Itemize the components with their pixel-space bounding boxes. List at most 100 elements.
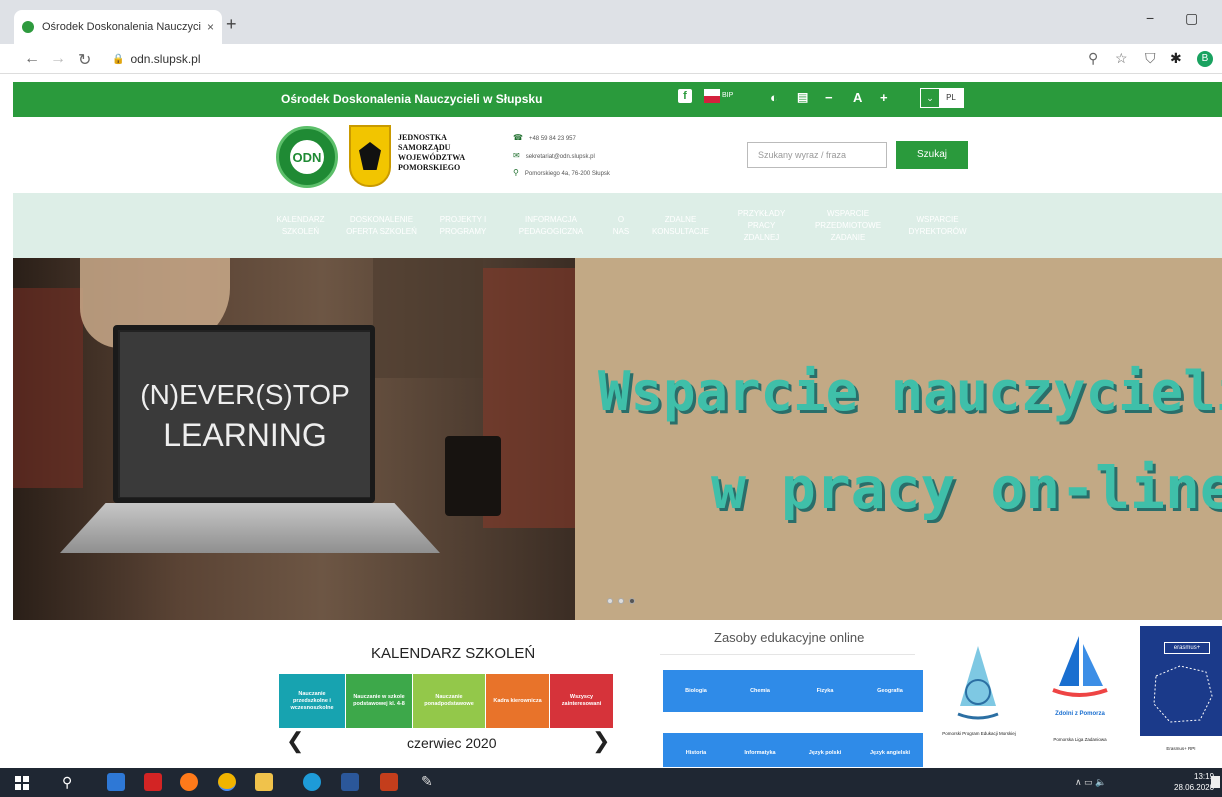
nav-informacja[interactable]: INFORMACJA PEDAGOGICZNA xyxy=(495,193,607,258)
text-view-icon[interactable]: ▤ xyxy=(797,90,808,104)
back-icon[interactable]: ← xyxy=(24,50,40,68)
bookmark-star-icon[interactable]: ☆ xyxy=(1115,50,1128,67)
resource-geografia[interactable]: Geografia xyxy=(857,670,923,712)
category-ponadpodstawowe[interactable]: Nauczanie ponadpodstawowe xyxy=(413,674,485,728)
clock-date: 28.06.2020 xyxy=(1174,783,1215,792)
chrome-icon[interactable] xyxy=(218,773,236,791)
forward-icon[interactable]: → xyxy=(50,50,66,68)
zoom-icon[interactable]: ⚲ xyxy=(1088,50,1098,67)
laptop-text-line2: LEARNING xyxy=(163,416,327,453)
resource-jezyk-polski[interactable]: Język polski xyxy=(792,733,858,767)
search-icon[interactable]: ⚲ xyxy=(62,774,72,791)
firefox-icon[interactable] xyxy=(180,773,198,791)
hero-slogan-panel[interactable] xyxy=(575,258,1222,620)
site-name[interactable]: Ośrodek Doskonalenia Nauczycieli w Słups… xyxy=(281,92,542,106)
contact-address: ⚲ Pomorskiego 4a, 76-200 Słupsk xyxy=(513,168,610,177)
language-value: PL xyxy=(946,93,956,102)
month-next-button[interactable]: ❯ xyxy=(592,728,610,754)
powerpoint-icon[interactable] xyxy=(380,773,398,791)
facebook-icon[interactable]: f xyxy=(678,89,692,103)
search-button[interactable]: Szukaj xyxy=(896,141,968,169)
slider-dot[interactable] xyxy=(618,598,624,604)
new-tab-button[interactable]: + xyxy=(226,14,237,35)
maximize-button[interactable]: ▢ xyxy=(1185,10,1198,27)
nav-przyklady[interactable]: PRZYKŁADY PRACY ZDALNEJ xyxy=(726,193,797,258)
lock-icon: 🔒 xyxy=(112,53,125,65)
poland-map-icon xyxy=(1153,665,1213,723)
resource-fizyka[interactable]: Fizyka xyxy=(792,670,858,712)
category-przedszkolne[interactable]: Nauczanie przedszkolne i wczesnoszkolne xyxy=(279,674,345,728)
nav-projekty[interactable]: PROJEKTY I PROGRAMY xyxy=(431,193,495,258)
laptop-text-line1: (N)EVER(S)TOP xyxy=(140,378,350,410)
tab-title: Ośrodek Doskonalenia Nauczycieli xyxy=(42,21,201,33)
contact-email[interactable]: ✉ sekretariat@odn.slupsk.pl xyxy=(513,151,595,160)
partner-caption: Pomorska Liga Zadaniowa xyxy=(1053,737,1107,742)
url-text: odn.slupsk.pl xyxy=(130,52,201,66)
task-view-icon[interactable] xyxy=(107,773,125,791)
site-top-bar xyxy=(13,82,1222,117)
partner-caption: Erasmus+ RPI xyxy=(1166,746,1196,751)
envelope-icon: ✉ xyxy=(513,151,520,160)
slider-dot[interactable] xyxy=(607,598,613,604)
nav-wsparcie-przedmiotowe[interactable]: WSPARCIE PRZEDMIOTOWE ZADANIE xyxy=(797,193,899,258)
site-favicon-icon xyxy=(22,21,34,33)
minimize-button[interactable]: − xyxy=(1146,10,1154,26)
slider-dot-active[interactable] xyxy=(629,598,635,604)
category-szkola-podstawowa[interactable]: Nauczanie w szkole podstawowej kl. 4-8 xyxy=(346,674,412,728)
sail-globe-icon xyxy=(957,646,999,720)
partner-zdolni[interactable]: Zdolni z Pomorza Pomorska Liga Zadaniowa xyxy=(1039,626,1121,766)
odn-logo[interactable]: ODN xyxy=(276,126,338,188)
month-prev-button[interactable]: ❮ xyxy=(286,728,304,754)
tab-close-button[interactable]: × xyxy=(207,20,214,34)
word-icon[interactable] xyxy=(341,773,359,791)
odn-logo-text: ODN xyxy=(290,140,324,174)
font-decrease-button[interactable]: − xyxy=(825,90,833,105)
resource-chemia[interactable]: Chemia xyxy=(727,670,793,712)
acrobat-icon[interactable] xyxy=(144,773,162,791)
category-kadra[interactable]: Kadra kierownicza xyxy=(486,674,549,728)
phone-icon: ☎ xyxy=(513,133,523,142)
font-increase-button[interactable]: + xyxy=(880,90,888,105)
nav-doskonalenie[interactable]: DOSKONALENIE OFERTA SZKOLEŃ xyxy=(332,193,431,258)
category-wszyscy[interactable]: Wszyscy zainteresowani xyxy=(550,674,613,728)
nav-kalendarz[interactable]: KALENDARZ SZKOLEŃ xyxy=(269,193,332,258)
hero-slogan-line1: Wsparcie nauczycieli xyxy=(598,360,1222,423)
partner-erasmus[interactable]: erasmus+ Erasmus+ RPI xyxy=(1140,626,1222,766)
font-normal-button[interactable]: A xyxy=(853,90,862,105)
nav-wsparcie-dyrektorow[interactable]: WSPARCIE DYREKTORÓW xyxy=(899,193,976,258)
chevron-down-icon: ⌄ xyxy=(921,89,939,107)
map-pin-icon: ⚲ xyxy=(513,168,519,177)
contrast-icon[interactable]: ◐ xyxy=(770,90,778,105)
file-explorer-icon[interactable] xyxy=(255,773,273,791)
extension-icon[interactable]: ⛉ xyxy=(1145,50,1156,67)
month-label: czerwiec 2020 xyxy=(407,735,497,751)
browser-tab[interactable]: Ośrodek Doskonalenia Nauczycieli × xyxy=(14,10,222,44)
jst-label: JEDNOSTKA SAMORZĄDU WOJEWÓDZTWA POMORSKI… xyxy=(398,133,466,172)
resource-informatyka[interactable]: Informatyka xyxy=(727,733,793,767)
notifications-icon[interactable] xyxy=(1211,776,1220,788)
nav-zdalne[interactable]: ZDALNE KONSULTACJE xyxy=(635,193,726,258)
search-input[interactable]: Szukany wyraz / fraza xyxy=(747,142,887,168)
profile-avatar[interactable]: B xyxy=(1197,51,1213,67)
paint-icon[interactable]: ✎ xyxy=(421,773,433,790)
resources-divider xyxy=(660,654,915,655)
partner-ppem[interactable]: Pomorski Program Edukacji Morskiej xyxy=(938,626,1020,766)
calendar-title: KALENDARZ SZKOLEŃ xyxy=(371,645,536,662)
edge-icon[interactable] xyxy=(303,773,321,791)
windows-start-icon[interactable] xyxy=(15,776,29,790)
address-bar[interactable]: 🔒 odn.slupsk.pl xyxy=(112,48,1192,70)
resource-historia[interactable]: Historia xyxy=(663,733,729,767)
bip-label[interactable]: BIP xyxy=(722,92,733,99)
partner-caption: Pomorski Program Edukacji Morskiej xyxy=(942,731,1016,736)
resource-biologia[interactable]: Biologia xyxy=(663,670,729,712)
system-tray[interactable]: ∧ ▭ 🔈 xyxy=(1075,777,1106,788)
taskbar-clock[interactable]: 13:19 28.06.2020 xyxy=(1174,771,1214,793)
resource-jezyk-angielski[interactable]: Język angielski xyxy=(857,733,923,767)
bip-flag-icon[interactable] xyxy=(704,89,720,103)
reload-icon[interactable]: ↻ xyxy=(78,50,91,70)
slider-dots[interactable] xyxy=(607,598,635,604)
hero-slogan-line2: w pracy on-line xyxy=(711,454,1222,522)
extensions-puzzle-icon[interactable]: ✱ xyxy=(1170,50,1182,67)
language-select[interactable]: ⌄ PL xyxy=(920,88,964,108)
nav-o-nas[interactable]: O NAS xyxy=(607,193,635,258)
